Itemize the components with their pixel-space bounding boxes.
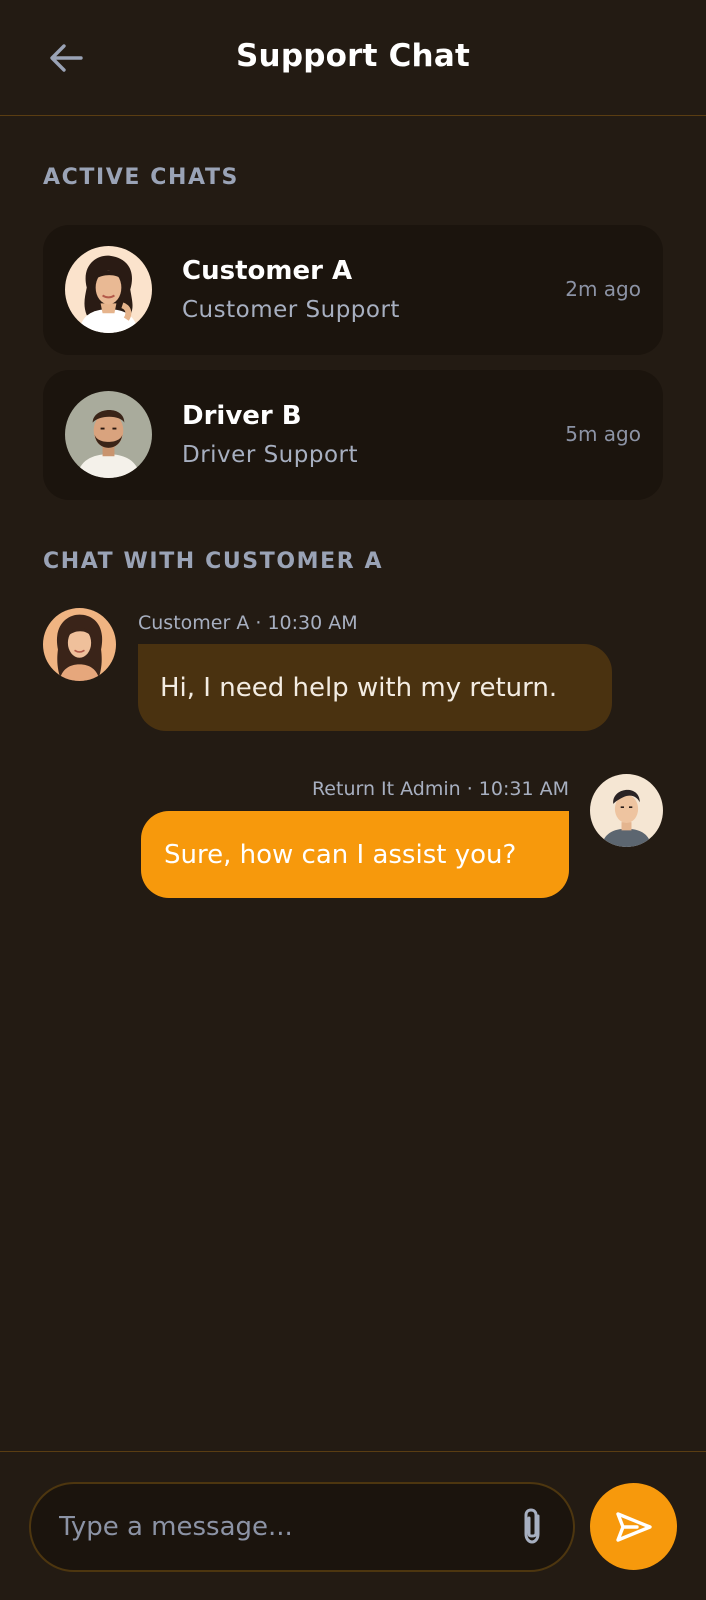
app-header: Support Chat [0, 0, 706, 116]
message-text: Sure, how can I assist you? [164, 839, 517, 870]
paperclip-icon [524, 1508, 540, 1544]
conversation-label: CHAT WITH CUSTOMER A [43, 549, 384, 574]
message-meta: Customer A · 10:30 AM [138, 612, 358, 634]
chat-card-customer-a[interactable]: Customer A Customer Support 2m ago [43, 225, 663, 355]
chat-card-subtitle: Customer Support [182, 297, 400, 323]
admin-avatar [590, 774, 663, 847]
message-input-container [29, 1482, 575, 1572]
chat-card-driver-b[interactable]: Driver B Driver Support 5m ago [43, 370, 663, 500]
message-meta: Return It Admin · 10:31 AM [311, 778, 569, 800]
send-icon [615, 1511, 652, 1542]
outgoing-message-bubble: Sure, how can I assist you? [141, 811, 569, 898]
chat-card-subtitle: Driver Support [182, 442, 359, 468]
chat-card-name: Driver B [182, 401, 302, 431]
driver-b-avatar [65, 391, 152, 478]
incoming-message-bubble: Hi, I need help with my return. [138, 644, 612, 731]
chat-card-name: Customer A [182, 256, 353, 286]
attach-button[interactable] [515, 1507, 549, 1547]
message-input[interactable] [59, 1484, 489, 1570]
customer-a-avatar [65, 246, 152, 333]
support-chat-screen: Support Chat ACTIVE CHATS Customer A Cus… [0, 0, 706, 1600]
active-chats-label: ACTIVE CHATS [43, 165, 240, 190]
chat-card-time: 5m ago [565, 422, 641, 446]
composer-bar [0, 1451, 706, 1600]
customer-a-message-avatar [43, 608, 116, 681]
page-title: Support Chat [236, 38, 470, 74]
send-button[interactable] [590, 1483, 677, 1570]
message-text: Hi, I need help with my return. [160, 672, 558, 703]
chat-card-time: 2m ago [565, 277, 641, 301]
